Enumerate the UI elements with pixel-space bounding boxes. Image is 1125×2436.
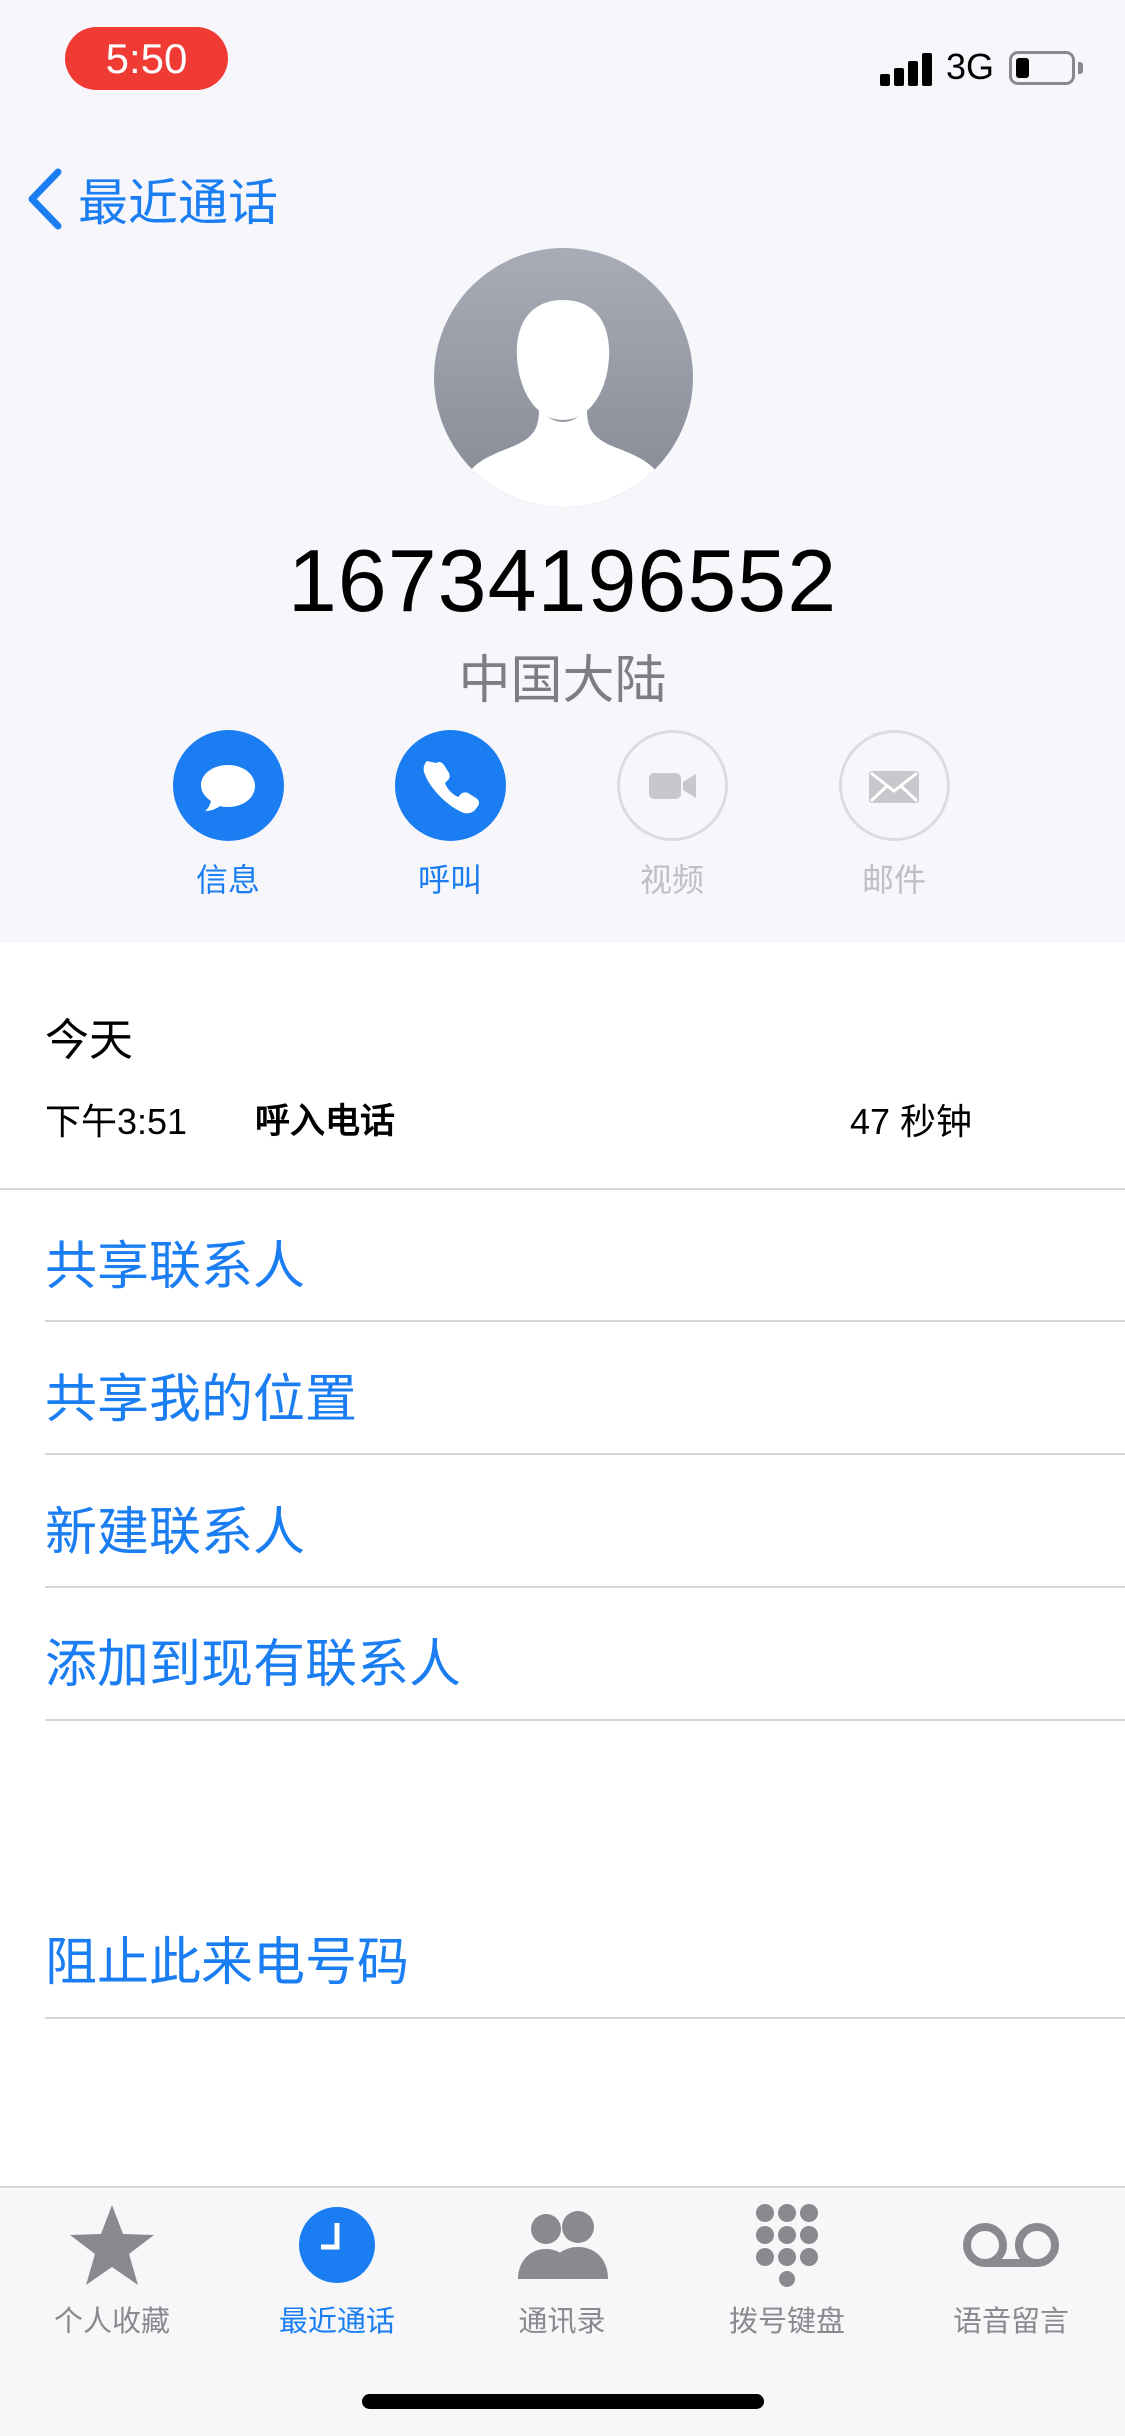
signal-strength-icon (880, 52, 932, 86)
call-label: 呼叫 (417, 861, 482, 899)
divider (45, 2017, 1125, 2019)
share-contact-button[interactable]: 共享联系人 (45, 1224, 305, 1299)
keypad-icon (756, 2204, 818, 2287)
star-icon (70, 2205, 154, 2285)
phone-region: 中国大陆 (458, 651, 667, 711)
video-button[interactable]: 视频 (592, 730, 752, 901)
tab-favorites[interactable]: 个人收藏 (12, 2200, 212, 2340)
clock-icon (299, 2207, 375, 2283)
mail-button-circle (838, 730, 950, 841)
tab-voicemail[interactable]: 语音留言 (911, 2200, 1111, 2340)
phone-icon (423, 760, 480, 813)
person-silhouette-icon (463, 300, 663, 507)
divider (45, 1320, 1125, 1322)
message-button[interactable]: 信息 (148, 730, 308, 901)
message-button-circle (172, 730, 284, 841)
divider (45, 1453, 1125, 1455)
video-button-circle (616, 730, 728, 841)
add-to-existing-contact-button[interactable]: 添加到现有联系人 (45, 1622, 461, 1697)
battery-tip (1078, 62, 1083, 74)
tab-recents-label: 最近通话 (278, 2304, 395, 2338)
call-button-circle (394, 730, 506, 841)
video-camera-icon (649, 772, 696, 799)
mail-label: 邮件 (861, 861, 926, 899)
back-button[interactable]: 最近通话 (24, 164, 278, 234)
block-caller-button[interactable]: 阻止此来电号码 (45, 1920, 409, 1995)
message-bubble-icon (201, 764, 255, 811)
tab-contacts-label: 通讯录 (518, 2304, 606, 2338)
call-log-day: 今天 (45, 1015, 133, 1066)
battery-icon (1009, 51, 1075, 85)
envelope-icon (869, 770, 919, 803)
mail-button[interactable]: 邮件 (814, 730, 974, 901)
tab-voicemail-label: 语音留言 (952, 2304, 1069, 2338)
call-log-duration: 47 秒钟 (850, 1101, 973, 1142)
share-location-button[interactable]: 共享我的位置 (45, 1357, 357, 1432)
tab-contacts[interactable]: 通讯录 (462, 2200, 662, 2340)
contacts-icon (518, 2211, 608, 2279)
home-indicator[interactable] (362, 2394, 764, 2409)
divider (45, 1719, 1125, 1721)
phone-number: 16734196552 (287, 531, 838, 630)
divider (0, 1188, 1125, 1190)
avatar (434, 248, 693, 507)
battery-fill (1016, 58, 1029, 78)
call-log-type: 呼入电话 (255, 1102, 396, 1142)
screen: 5:50 3G 最近通话 16734196552 中国大陆 信息 呼叫 视频 邮… (0, 0, 1125, 2436)
back-label: 最近通话 (78, 174, 278, 232)
network-type: 3G (946, 46, 995, 87)
new-contact-button[interactable]: 新建联系人 (45, 1490, 305, 1565)
tab-keypad-label: 拨号键盘 (728, 2304, 845, 2338)
call-button[interactable]: 呼叫 (370, 730, 530, 901)
voicemail-icon (963, 2223, 1059, 2267)
tab-recents[interactable]: 最近通话 (237, 2200, 437, 2340)
tab-keypad[interactable]: 拨号键盘 (687, 2200, 887, 2340)
tab-favorites-label: 个人收藏 (53, 2304, 170, 2338)
status-time: 5:50 (65, 27, 228, 90)
video-label: 视频 (639, 861, 704, 899)
call-log-time: 下午3:51 (45, 1101, 188, 1142)
divider (45, 1586, 1125, 1588)
message-label: 信息 (195, 861, 260, 899)
chevron-left-icon (28, 168, 62, 230)
